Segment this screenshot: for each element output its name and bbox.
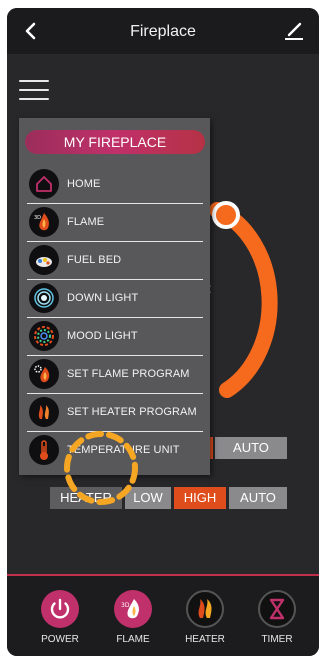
nav-flame[interactable]: 3D FLAME [103, 590, 163, 645]
menu-item-fuel-bed[interactable]: FUEL BED [27, 242, 203, 280]
flame-icon: 3D [29, 207, 59, 237]
menu-item-label: FUEL BED [67, 254, 122, 266]
svg-text:3D: 3D [121, 602, 130, 609]
drawer-title: MY FIREPLACE [25, 130, 205, 154]
heater-icon [186, 590, 224, 628]
bottom-nav: POWER 3D FLAME HEATER TIMER [7, 574, 319, 656]
nav-label: FLAME [116, 634, 150, 645]
menu-item-home[interactable]: HOME [27, 166, 203, 204]
heater-auto-button[interactable]: AUTO [229, 487, 287, 509]
menu-item-label: SET HEATER PROGRAM [67, 406, 197, 418]
fuel-bed-icon [29, 245, 59, 275]
menu-item-label: DOWN LIGHT [67, 292, 139, 304]
app-screen: Fireplace : AUTO HEATER LOW HIGH AUTO MY… [7, 8, 319, 656]
down-light-icon [29, 283, 59, 313]
row1-auto-button[interactable]: AUTO [215, 437, 287, 459]
home-icon [29, 169, 59, 199]
menu-item-label: MOOD LIGHT [67, 330, 138, 342]
hourglass-icon [258, 590, 296, 628]
menu-item-flame[interactable]: 3D FLAME [27, 204, 203, 242]
nav-label: HEATER [185, 634, 225, 645]
nav-heater[interactable]: HEATER [175, 590, 235, 645]
heater-program-icon [29, 397, 59, 427]
mood-light-icon [29, 321, 59, 351]
menu-item-down-light[interactable]: DOWN LIGHT [27, 280, 203, 318]
flame-icon: 3D [114, 590, 152, 628]
tap-highlight [64, 431, 138, 505]
dial-knob[interactable] [212, 201, 240, 229]
menu-item-label: HOME [67, 178, 101, 190]
menu-item-label: SET FLAME PROGRAM [67, 368, 190, 380]
menu-item-label: FLAME [67, 216, 105, 228]
svg-text:3D: 3D [34, 215, 41, 221]
edit-icon[interactable] [283, 20, 305, 42]
thermometer-icon [29, 435, 59, 465]
page-title: Fireplace [130, 23, 196, 40]
flame-program-icon [29, 359, 59, 389]
nav-power[interactable]: POWER [30, 590, 90, 645]
nav-label: POWER [41, 634, 79, 645]
side-drawer: MY FIREPLACE HOME 3D FLAME FUEL BED DOWN… [19, 118, 210, 475]
menu-item-set-flame-program[interactable]: SET FLAME PROGRAM [27, 356, 203, 394]
top-bar: Fireplace [7, 8, 319, 54]
menu-icon[interactable] [19, 80, 49, 102]
heater-high-button[interactable]: HIGH [174, 487, 226, 509]
power-icon [41, 590, 79, 628]
menu-item-mood-light[interactable]: MOOD LIGHT [27, 318, 203, 356]
nav-timer[interactable]: TIMER [247, 590, 307, 645]
nav-label: TIMER [261, 634, 293, 645]
